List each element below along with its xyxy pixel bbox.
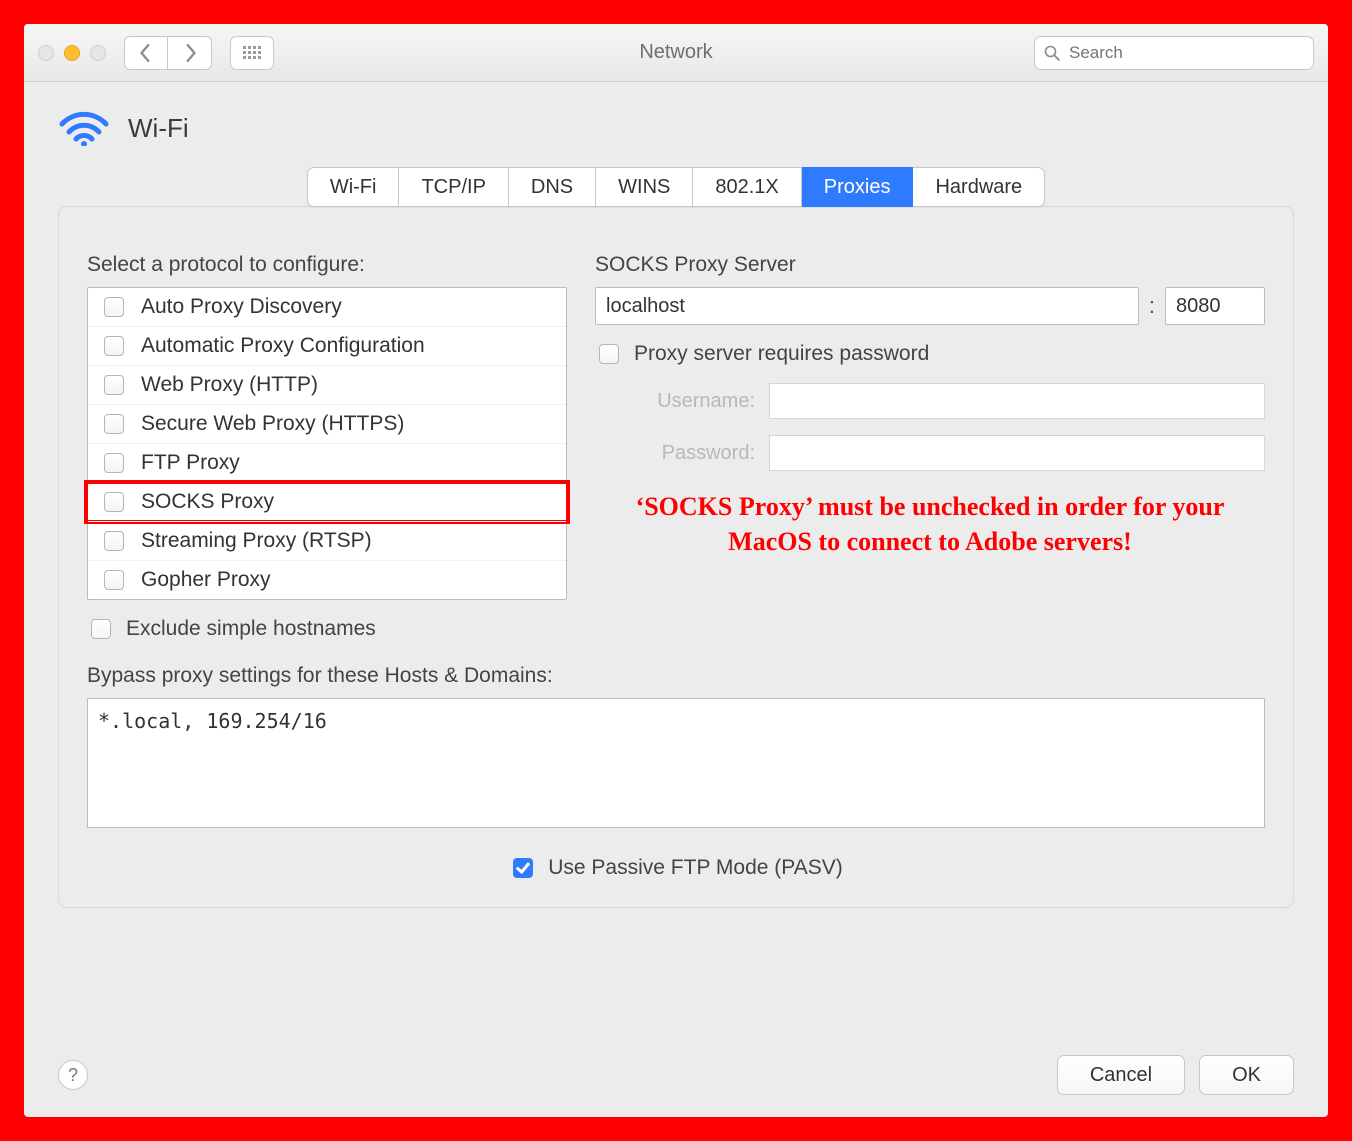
cancel-button[interactable]: Cancel — [1057, 1055, 1185, 1095]
protocol-label: Auto Proxy Discovery — [141, 295, 342, 319]
protocol-checkbox[interactable] — [104, 375, 124, 395]
search-input[interactable] — [1034, 36, 1314, 70]
username-input[interactable] — [769, 383, 1265, 419]
protocol-checkbox[interactable] — [104, 531, 124, 551]
protocol-checkbox[interactable] — [104, 297, 124, 317]
protocol-label: Secure Web Proxy (HTTPS) — [141, 412, 404, 436]
chevron-left-icon — [139, 44, 153, 62]
search-field-wrap — [1034, 36, 1314, 70]
search-icon — [1044, 45, 1060, 61]
grid-icon — [243, 46, 261, 60]
wifi-icon — [58, 106, 110, 151]
titlebar: Network — [24, 24, 1328, 82]
password-label: Password: — [595, 442, 755, 465]
protocol-socks-proxy[interactable]: SOCKS Proxy — [88, 482, 566, 521]
connection-header: Wi-Fi — [58, 106, 1294, 151]
back-button[interactable] — [124, 36, 168, 70]
proxy-port-input[interactable] — [1165, 287, 1265, 325]
password-input[interactable] — [769, 435, 1265, 471]
close-window-button[interactable] — [38, 45, 54, 61]
tab-hardware[interactable]: Hardware — [913, 167, 1045, 207]
protocol-label: FTP Proxy — [141, 451, 240, 475]
chevron-right-icon — [183, 44, 197, 62]
protocol-streaming-proxy-rtsp-[interactable]: Streaming Proxy (RTSP) — [88, 521, 566, 560]
tab-dns[interactable]: DNS — [509, 167, 596, 207]
username-label: Username: — [595, 390, 755, 413]
requires-password[interactable]: Proxy server requires password — [595, 341, 1265, 367]
protocol-ftp-proxy[interactable]: FTP Proxy — [88, 443, 566, 482]
protocol-checkbox[interactable] — [104, 414, 124, 434]
proxy-host-input[interactable] — [595, 287, 1139, 325]
exclude-simple-checkbox[interactable] — [91, 619, 111, 639]
protocol-checkbox[interactable] — [104, 492, 124, 512]
minimize-window-button[interactable] — [64, 45, 80, 61]
nav-buttons — [124, 36, 212, 70]
protocol-checkbox[interactable] — [104, 453, 124, 473]
socks-annotation: ‘SOCKS Proxy’ must be unchecked in order… — [595, 489, 1265, 559]
footer: ? Cancel OK — [58, 1055, 1294, 1095]
question-icon: ? — [68, 1065, 78, 1086]
protocol-label: Gopher Proxy — [141, 568, 271, 592]
passive-ftp-label: Use Passive FTP Mode (PASV) — [548, 856, 842, 880]
bypass-label: Bypass proxy settings for these Hosts & … — [87, 664, 1265, 688]
passive-ftp-checkbox[interactable] — [513, 858, 533, 878]
protocol-label: Web Proxy (HTTP) — [141, 373, 318, 397]
protocol-checkbox[interactable] — [104, 336, 124, 356]
preferences-window: Network Wi-Fi Wi-FiTCP — [16, 16, 1336, 1125]
protocol-auto-proxy-discovery[interactable]: Auto Proxy Discovery — [88, 288, 566, 326]
protocol-label: Automatic Proxy Configuration — [141, 334, 425, 358]
protocol-label: SOCKS Proxy — [141, 490, 274, 514]
protocol-secure-web-proxy-https-[interactable]: Secure Web Proxy (HTTPS) — [88, 404, 566, 443]
proxy-server-label: SOCKS Proxy Server — [595, 253, 1265, 277]
protocol-web-proxy-http-[interactable]: Web Proxy (HTTP) — [88, 365, 566, 404]
tab-802-1x[interactable]: 802.1X — [693, 167, 801, 207]
tab-wi-fi[interactable]: Wi-Fi — [307, 167, 400, 207]
bypass-textarea[interactable] — [87, 698, 1265, 828]
show-all-button[interactable] — [230, 36, 274, 70]
protocol-automatic-proxy-configuration[interactable]: Automatic Proxy Configuration — [88, 326, 566, 365]
traffic-lights — [38, 45, 106, 61]
exclude-simple-hostnames[interactable]: Exclude simple hostnames — [87, 616, 567, 642]
protocol-gopher-proxy[interactable]: Gopher Proxy — [88, 560, 566, 599]
forward-button[interactable] — [168, 36, 212, 70]
select-protocol-label: Select a protocol to configure: — [87, 253, 567, 277]
tabs: Wi-FiTCP/IPDNSWINS802.1XProxiesHardware — [307, 167, 1045, 207]
zoom-window-button[interactable] — [90, 45, 106, 61]
proxies-panel: Select a protocol to configure: Auto Pro… — [58, 206, 1294, 908]
tab-proxies[interactable]: Proxies — [802, 167, 914, 207]
requires-password-checkbox[interactable] — [599, 344, 619, 364]
protocol-label: Streaming Proxy (RTSP) — [141, 529, 372, 553]
ok-button[interactable]: OK — [1199, 1055, 1294, 1095]
help-button[interactable]: ? — [58, 1060, 88, 1090]
tab-wins[interactable]: WINS — [596, 167, 693, 207]
requires-password-label: Proxy server requires password — [634, 342, 929, 366]
protocol-checkbox[interactable] — [104, 570, 124, 590]
passive-ftp-mode[interactable]: Use Passive FTP Mode (PASV) — [509, 855, 842, 881]
connection-name: Wi-Fi — [128, 113, 189, 144]
host-port-separator: : — [1149, 293, 1155, 319]
tab-tcp-ip[interactable]: TCP/IP — [399, 167, 508, 207]
exclude-simple-label: Exclude simple hostnames — [126, 617, 376, 641]
protocol-list: Auto Proxy Discovery Automatic Proxy Conf… — [87, 287, 567, 600]
